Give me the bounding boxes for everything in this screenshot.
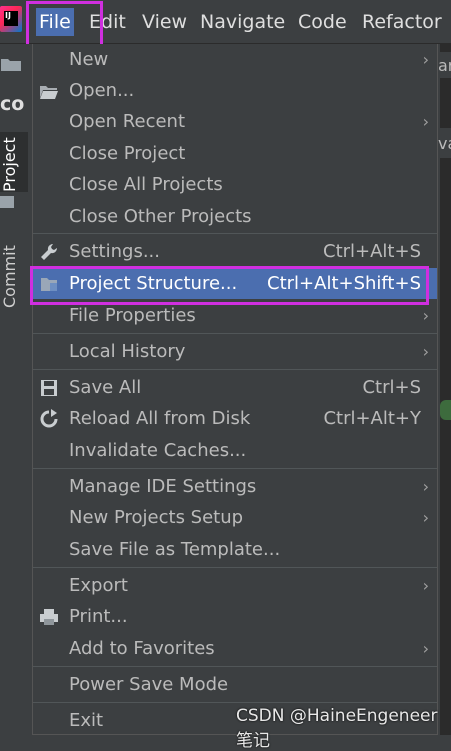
menu-refactor[interactable]: Refactor	[359, 8, 445, 36]
submenu-arrow-icon: ›	[422, 576, 429, 595]
menu-item-close-other-projects[interactable]: Close Other Projects	[33, 201, 437, 232]
submenu-arrow-icon: ›	[422, 50, 429, 69]
menu-item-project-structure[interactable]: Project Structure... Ctrl+Alt+Shift+S	[33, 268, 437, 299]
tab-commit[interactable]: Commit	[0, 238, 28, 308]
menu-separator	[33, 702, 437, 703]
menu-item-close-project[interactable]: Close Project	[33, 138, 437, 169]
menu-item-label: Project Structure...	[69, 273, 238, 294]
submenu-arrow-icon: ›	[422, 508, 429, 527]
menu-item-open[interactable]: Open...	[33, 75, 437, 106]
save-icon	[41, 380, 57, 396]
menu-item-file-properties[interactable]: File Properties ›	[33, 300, 437, 331]
menu-item-export[interactable]: Export ›	[33, 570, 437, 601]
menu-item-label: Save File as Template...	[69, 539, 281, 560]
gutter-icon	[440, 400, 451, 420]
project-panel-title: co	[0, 93, 25, 115]
watermark: CSDN @HaineEngeneer笔记	[236, 706, 438, 751]
menu-item-save-file-as-template[interactable]: Save File as Template...	[33, 534, 437, 565]
menu-item-reload-all[interactable]: Reload All from Disk Ctrl+Alt+Y	[33, 403, 437, 434]
menu-item-label: Open Recent	[69, 111, 186, 132]
menu-item-power-save-mode[interactable]: Power Save Mode	[33, 669, 437, 700]
menu-separator	[33, 468, 437, 469]
menu-code[interactable]: Code	[295, 8, 350, 36]
menu-separator	[33, 233, 437, 234]
menu-item-label: Add to Favorites	[69, 638, 215, 659]
menu-item-label: Power Save Mode	[69, 674, 229, 695]
folder-open-icon	[40, 86, 58, 99]
menu-item-label: Invalidate Caches...	[69, 440, 247, 461]
menu-item-label: New	[69, 49, 109, 70]
menu-item-new-projects-setup[interactable]: New Projects Setup ›	[33, 502, 437, 533]
menu-file[interactable]: File	[36, 8, 74, 36]
menu-item-new[interactable]: New ›	[33, 44, 437, 75]
intellij-logo-icon[interactable]: IJ	[0, 6, 22, 32]
menu-item-label: Exit	[69, 710, 104, 731]
project-structure-icon	[41, 278, 57, 291]
menu-item-label: File Properties	[69, 305, 196, 326]
project-folder-icon	[0, 196, 14, 208]
menu-item-shortcut: Ctrl+Alt+Y	[323, 408, 421, 429]
print-icon	[40, 609, 58, 625]
menu-item-label: Save All	[69, 377, 142, 398]
menu-item-manage-ide-settings[interactable]: Manage IDE Settings ›	[33, 471, 437, 502]
menu-item-label: New Projects Setup	[69, 507, 244, 528]
menu-edit[interactable]: Edit	[86, 8, 129, 36]
menubar: IJ File Edit View Navigate Code Refactor	[0, 0, 451, 44]
submenu-arrow-icon: ›	[422, 639, 429, 658]
menu-separator	[33, 666, 437, 667]
menu-item-label: Close Project	[69, 143, 186, 164]
menu-item-close-all-projects[interactable]: Close All Projects	[33, 169, 437, 200]
menu-item-label: Close All Projects	[69, 174, 223, 195]
menu-item-shortcut: Ctrl+Alt+S	[323, 241, 421, 262]
wrench-icon	[41, 243, 58, 260]
folder-icon[interactable]	[0, 56, 22, 72]
menu-view[interactable]: View	[139, 8, 190, 36]
menu-item-shortcut: Ctrl+S	[362, 377, 421, 398]
menu-item-open-recent[interactable]: Open Recent ›	[33, 106, 437, 137]
menu-item-settings[interactable]: Settings... Ctrl+Alt+S	[33, 236, 437, 267]
editor-tab-label: va	[438, 134, 451, 153]
menu-item-label: Print...	[69, 606, 128, 627]
editor-tab-label: ar	[438, 56, 451, 75]
menu-item-label: Open...	[69, 80, 135, 101]
menu-item-save-all[interactable]: Save All Ctrl+S	[33, 372, 437, 403]
submenu-arrow-icon: ›	[422, 342, 429, 361]
menu-item-add-to-favorites[interactable]: Add to Favorites ›	[33, 633, 437, 664]
submenu-arrow-icon: ›	[422, 112, 429, 131]
menu-item-shortcut: Ctrl+Alt+Shift+S	[267, 273, 421, 294]
tab-project[interactable]: Project	[0, 132, 28, 192]
menu-item-label: Close Other Projects	[69, 206, 252, 227]
file-menu-dropdown: New › Open... Open Recent › Close Projec…	[32, 44, 438, 735]
reload-icon	[40, 409, 58, 428]
menu-item-label: Manage IDE Settings	[69, 476, 257, 497]
menu-item-local-history[interactable]: Local History ›	[33, 336, 437, 367]
menu-navigate[interactable]: Navigate	[197, 8, 288, 36]
submenu-arrow-icon: ›	[422, 477, 429, 496]
menu-item-invalidate-caches[interactable]: Invalidate Caches...	[33, 435, 437, 466]
menu-item-label: Settings...	[69, 241, 160, 262]
menu-separator	[33, 369, 437, 370]
menu-item-label: Reload All from Disk	[69, 408, 251, 429]
menu-separator	[33, 567, 437, 568]
menu-item-label: Local History	[69, 341, 186, 362]
menu-item-label: Export	[69, 575, 128, 596]
menu-separator	[33, 333, 437, 334]
menu-item-print[interactable]: Print...	[33, 601, 437, 632]
submenu-arrow-icon: ›	[422, 306, 429, 325]
